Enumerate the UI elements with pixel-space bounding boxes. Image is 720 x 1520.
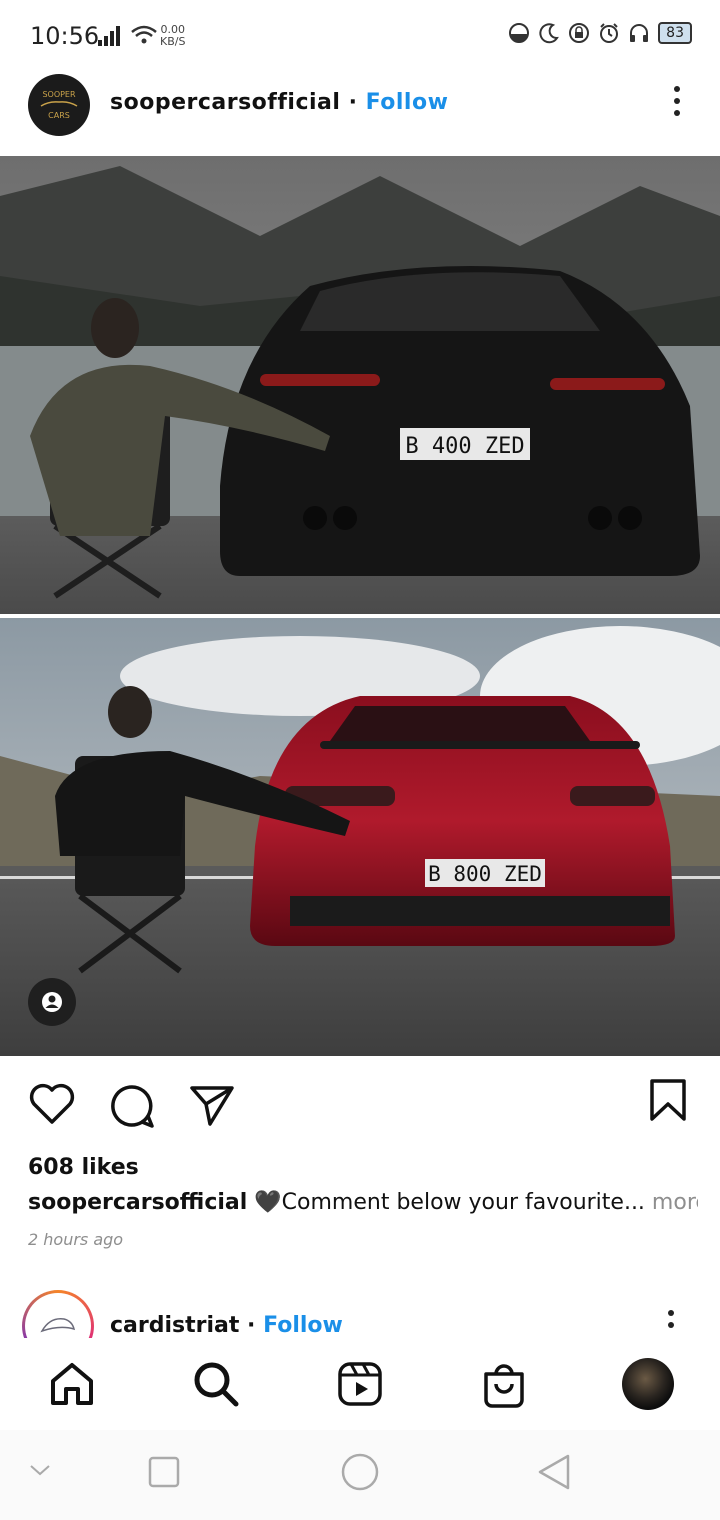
net-speed-unit: KB/S xyxy=(160,35,186,48)
chevron-down-icon[interactable] xyxy=(28,1462,52,1478)
system-navigation-bar xyxy=(0,1430,720,1520)
bookmark-icon[interactable] xyxy=(648,1078,688,1122)
next-post-options-icon[interactable] xyxy=(666,1310,676,1328)
nav-reels[interactable] xyxy=(332,1356,388,1412)
photo-bottom-section: B 800 ZED xyxy=(0,618,720,1056)
user-icon xyxy=(42,992,62,1012)
search-icon xyxy=(194,1362,239,1407)
separator: · xyxy=(239,1313,264,1338)
next-post-header-user: cardistriat · Follow xyxy=(110,1313,343,1338)
profile-avatar xyxy=(622,1358,674,1410)
moon-icon xyxy=(539,23,560,44)
wifi-icon xyxy=(131,25,157,44)
status-icons: 83 xyxy=(508,22,692,44)
avatar-logo: SOOPER CARS xyxy=(39,90,79,121)
post-author-avatar[interactable]: SOOPER CARS xyxy=(28,74,90,136)
post-options-icon[interactable] xyxy=(672,86,682,116)
caption-username[interactable]: soopercarsofficial xyxy=(28,1190,247,1215)
bottom-navigation xyxy=(0,1338,720,1430)
nav-profile[interactable] xyxy=(620,1356,676,1412)
caption-more-button[interactable]: more xyxy=(645,1190,698,1215)
recents-square-icon[interactable] xyxy=(148,1456,180,1488)
headphones-icon xyxy=(630,24,649,42)
post-caption: soopercarsofficial 🖤Comment below your f… xyxy=(28,1190,698,1215)
reels-icon xyxy=(338,1362,382,1406)
post-username[interactable]: soopercarsofficial xyxy=(110,90,340,115)
nav-home[interactable] xyxy=(44,1356,100,1412)
next-post-username[interactable]: cardistriat xyxy=(110,1313,239,1338)
post-timestamp: 2 hours ago xyxy=(28,1230,124,1249)
car-silhouette-icon xyxy=(40,100,78,107)
status-bar: 10:56 0.00 KB/S 83 xyxy=(0,0,720,72)
data-saver-icon xyxy=(509,23,530,43)
post-header-user: soopercarsofficial · Follow xyxy=(110,90,448,115)
nav-shop[interactable] xyxy=(476,1356,532,1412)
follow-button[interactable]: Follow xyxy=(366,90,449,115)
comment-icon[interactable] xyxy=(108,1082,156,1130)
lock-rotation-icon xyxy=(569,23,590,43)
signal-icon xyxy=(98,26,120,46)
separator: · xyxy=(340,90,366,115)
back-triangle-icon[interactable] xyxy=(536,1452,572,1492)
next-follow-button[interactable]: Follow xyxy=(263,1313,343,1338)
car-logo-icon xyxy=(40,1318,76,1333)
avatar-logo-line1: SOOPER xyxy=(42,89,76,99)
alarm-icon xyxy=(600,23,619,43)
top-license-plate: B 400 ZED xyxy=(405,434,524,459)
battery-indicator: 83 xyxy=(658,22,692,44)
home-circle-icon[interactable] xyxy=(340,1452,380,1492)
like-heart-icon[interactable] xyxy=(28,1082,76,1126)
photo-top-section: B 400 ZED xyxy=(0,156,720,616)
status-time: 10:56 xyxy=(30,22,100,50)
home-icon xyxy=(51,1363,93,1405)
tagged-users-button[interactable] xyxy=(28,978,76,1026)
nav-search[interactable] xyxy=(188,1356,244,1412)
share-send-icon[interactable] xyxy=(188,1082,236,1128)
post-image[interactable]: B 400 ZED B 800 ZED xyxy=(0,156,720,1056)
net-speed: 0.00 KB/S xyxy=(160,24,185,48)
shopping-bag-icon xyxy=(484,1364,524,1408)
caption-text: 🖤Comment below your favourite... xyxy=(247,1190,645,1215)
likes-count[interactable]: 608 likes xyxy=(28,1155,139,1180)
bottom-license-plate: B 800 ZED xyxy=(428,862,542,886)
avatar-logo-line2: CARS xyxy=(48,110,70,120)
